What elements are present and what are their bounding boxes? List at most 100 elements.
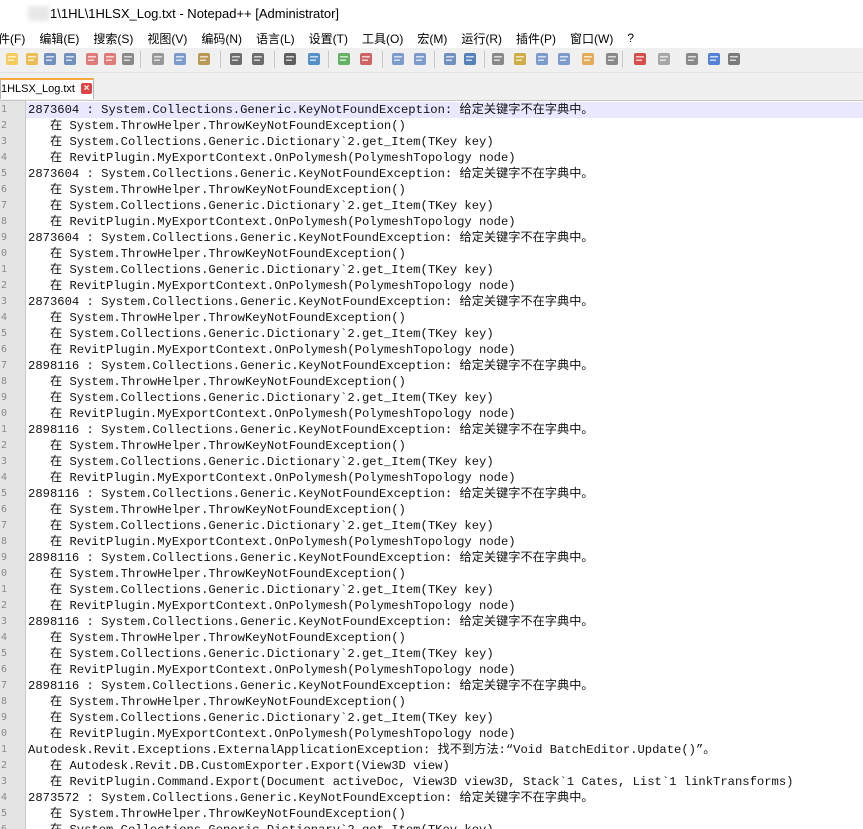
record-macro-icon[interactable] <box>632 51 648 67</box>
line-number: 5 <box>1 808 8 819</box>
menu-item[interactable]: 搜索(S) <box>86 30 140 47</box>
code-line: 在 System.ThrowHelper.ThrowKeyNotFoundExc… <box>28 375 406 389</box>
sync-vertical-icon[interactable] <box>390 51 406 67</box>
code-line: 在 System.ThrowHelper.ThrowKeyNotFoundExc… <box>28 247 406 261</box>
menu-bar: 件(F) 编辑(E) 搜索(S) 视图(V) 编码(N) 语言(L) 设置(T) 工具(O) 宏… <box>0 28 863 48</box>
word-wrap-icon[interactable] <box>442 51 458 67</box>
close-all-icon[interactable] <box>102 51 118 67</box>
run-macro-multiple-icon[interactable] <box>706 51 722 67</box>
menu-item[interactable]: 编码(N) <box>194 30 249 47</box>
save-all-icon[interactable] <box>62 51 78 67</box>
sync-horizontal-icon[interactable] <box>412 51 428 67</box>
paste-icon[interactable] <box>196 51 212 67</box>
line-number: 0 <box>1 568 8 579</box>
menu-item[interactable]: 视图(V) <box>140 30 194 47</box>
line-number: 0 <box>1 408 8 419</box>
text-editor[interactable]: 1 2 3 4 5 6 7 8 9 0 1 2 3 4 5 6 7 8 9 0 1 2 3 4 5 6 7 8 9 0 1 2 3 4 5 6 7 8 9 0… <box>0 101 863 829</box>
menu-item[interactable]: 编辑(E) <box>32 30 86 47</box>
line-number: 5 <box>1 328 8 339</box>
open-file-icon[interactable] <box>24 51 40 67</box>
toolbar-separator <box>328 51 329 68</box>
menu-item[interactable]: 窗口(W) <box>563 30 620 47</box>
code-line: 在 RevitPlugin.MyExportContext.OnPolymesh… <box>28 471 516 485</box>
folder-workspace-icon[interactable] <box>580 51 596 67</box>
line-number: 3 <box>1 456 8 467</box>
code-line: 2873604 : System.Collections.Generic.Key… <box>28 295 594 309</box>
menu-item[interactable]: ? <box>620 31 641 45</box>
code-line: 在 System.ThrowHelper.ThrowKeyNotFoundExc… <box>28 503 406 517</box>
tab-1hlsx-log[interactable]: 1HLSX_Log.txt × <box>0 78 94 99</box>
code-line: 在 System.Collections.Generic.Dictionary`… <box>28 711 494 725</box>
new-file-icon[interactable] <box>4 51 20 67</box>
close-icon[interactable] <box>84 51 100 67</box>
cut-icon[interactable] <box>150 51 166 67</box>
code-line: 在 System.Collections.Generic.Dictionary`… <box>28 455 494 469</box>
line-number: 2 <box>1 280 8 291</box>
menu-item[interactable]: 件(F) <box>0 30 32 47</box>
undo-icon[interactable] <box>228 51 244 67</box>
toolbar-separator <box>220 51 221 68</box>
line-number: 3 <box>1 776 8 787</box>
line-number: 2 <box>1 760 8 771</box>
menu-item[interactable]: 工具(O) <box>355 30 410 47</box>
toolbar-separator <box>140 51 141 68</box>
line-number: 7 <box>1 520 8 531</box>
line-number: 1 <box>1 744 8 755</box>
code-line: 在 System.Collections.Generic.Dictionary`… <box>28 263 494 277</box>
code-line: 2873604 : System.Collections.Generic.Key… <box>28 167 594 181</box>
line-number: 3 <box>1 296 8 307</box>
line-number: 9 <box>1 232 8 243</box>
show-all-chars-icon[interactable] <box>462 51 478 67</box>
line-number: 6 <box>0 822 25 829</box>
code-line: 在 System.Collections.Generic.Dictionary`… <box>28 647 494 661</box>
line-number: 2 <box>1 120 8 131</box>
tab-close-icon[interactable]: × <box>81 83 92 94</box>
code-line: 在 RevitPlugin.MyExportContext.OnPolymesh… <box>28 343 516 357</box>
code-line: 在 RevitPlugin.MyExportContext.OnPolymesh… <box>28 535 516 549</box>
code-line: 2898116 : System.Collections.Generic.Key… <box>28 615 594 629</box>
code-line: Autodesk.Revit.Exceptions.ExternalApplic… <box>28 743 716 757</box>
code-line: 在 System.Collections.Generic.Dictionary`… <box>28 391 494 405</box>
menu-item[interactable]: 插件(P) <box>509 30 563 47</box>
line-number: 5 <box>1 488 8 499</box>
play-macro-icon[interactable] <box>684 51 700 67</box>
menu-item[interactable]: 运行(R) <box>454 30 509 47</box>
redo-icon[interactable] <box>250 51 266 67</box>
code-line: 在 System.ThrowHelper.ThrowKeyNotFoundExc… <box>28 183 406 197</box>
line-number: 7 <box>1 200 8 211</box>
line-number: 9 <box>1 712 8 723</box>
copy-icon[interactable] <box>172 51 188 67</box>
code-line: 2898116 : System.Collections.Generic.Key… <box>28 423 594 437</box>
toolbar-separator <box>622 51 623 68</box>
stop-macro-icon[interactable] <box>656 51 672 67</box>
code-line: 在 System.Collections.Generic.Dictionary`… <box>28 135 494 149</box>
code-line: 2873604 : System.Collections.Generic.Key… <box>28 231 594 245</box>
menu-item[interactable]: 语言(L) <box>249 30 302 47</box>
menu-item[interactable]: 宏(M) <box>410 30 454 47</box>
save-icon[interactable] <box>42 51 58 67</box>
line-number: 5 <box>1 648 8 659</box>
code-line: 在 System.ThrowHelper.ThrowKeyNotFoundExc… <box>28 439 406 453</box>
code-line: 在 Autodesk.Revit.DB.CustomExporter.Expor… <box>28 759 450 773</box>
line-number: 0 <box>1 248 8 259</box>
save-macro-icon[interactable] <box>726 51 742 67</box>
function-list-icon[interactable] <box>556 51 572 67</box>
zoom-in-icon[interactable] <box>336 51 352 67</box>
indent-guide-icon[interactable] <box>490 51 506 67</box>
line-number: 6 <box>1 344 8 355</box>
print-icon[interactable] <box>120 51 136 67</box>
line-number: 1 <box>1 104 8 115</box>
menu-item[interactable]: 设置(T) <box>302 30 355 47</box>
line-number: 1 <box>1 584 8 595</box>
doc-map-icon[interactable] <box>534 51 550 67</box>
find-icon[interactable] <box>282 51 298 67</box>
replace-icon[interactable] <box>306 51 322 67</box>
line-number: 5 <box>1 168 8 179</box>
zoom-out-icon[interactable] <box>358 51 374 67</box>
line-number: 2 <box>1 600 8 611</box>
monitor-icon[interactable] <box>604 51 620 67</box>
udl-icon[interactable] <box>512 51 528 67</box>
line-number: 4 <box>1 792 8 803</box>
line-number: 9 <box>1 552 8 563</box>
code-line: 在 RevitPlugin.MyExportContext.OnPolymesh… <box>28 215 516 229</box>
